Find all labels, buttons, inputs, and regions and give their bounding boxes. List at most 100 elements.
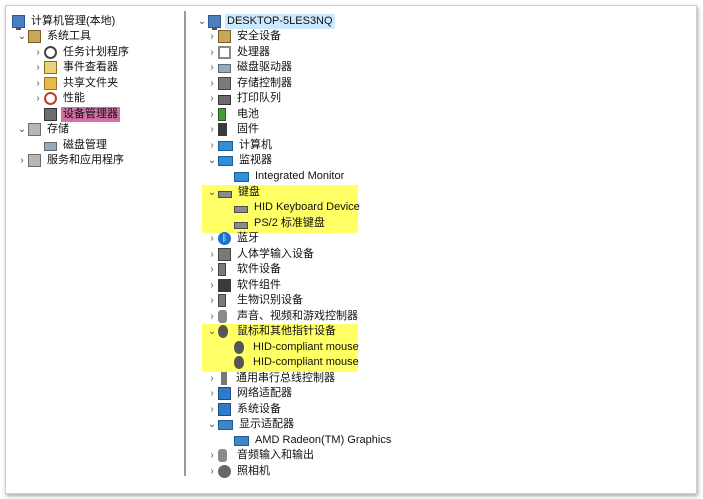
chevron-right-icon[interactable]: › — [206, 122, 218, 137]
keyboard-icon — [234, 222, 248, 229]
category-label: 蓝牙 — [237, 232, 259, 244]
category-software-components[interactable]: › 软件组件 — [206, 278, 283, 293]
chevron-right-icon[interactable]: › — [206, 386, 218, 401]
category-mice[interactable]: ⌄ 鼠标和其他指针设备 — [206, 324, 338, 339]
chevron-right-icon[interactable]: › — [16, 153, 28, 168]
disk-icon — [44, 142, 57, 151]
device-hid-mouse-2[interactable]: HID-compliant mouse — [234, 355, 361, 370]
category-firmware[interactable]: › 固件 — [206, 122, 261, 137]
device-label: PS/2 标准键盘 — [254, 217, 325, 229]
category-storage-controllers[interactable]: › 存储控制器 — [206, 76, 294, 91]
category-print-queues[interactable]: › 打印队列 — [206, 91, 283, 106]
monitor-icon — [234, 171, 249, 182]
chevron-right-icon[interactable]: › — [206, 138, 218, 153]
chevron-down-icon[interactable]: ⌄ — [196, 14, 208, 29]
chevron-right-icon[interactable]: › — [206, 293, 218, 308]
category-biometric[interactable]: › 生物识别设备 — [206, 293, 305, 308]
display-adapter-icon — [218, 419, 233, 430]
category-label: 安全设备 — [237, 30, 281, 42]
chevron-right-icon[interactable]: › — [206, 278, 218, 293]
category-batteries[interactable]: › 电池 — [206, 107, 261, 122]
chevron-right-icon[interactable]: › — [206, 309, 218, 324]
device-hid-keyboard[interactable]: HID Keyboard Device — [234, 200, 362, 215]
category-software-devices[interactable]: › 软件设备 — [206, 262, 283, 277]
printer-icon — [218, 94, 231, 105]
chevron-right-icon[interactable]: › — [32, 76, 44, 91]
category-audio-io[interactable]: › 音频输入和输出 — [206, 448, 316, 463]
chevron-right-icon[interactable]: › — [206, 76, 218, 91]
chevron-right-icon[interactable]: › — [206, 402, 218, 417]
category-display[interactable]: ⌄ 显示适配器 — [206, 417, 296, 432]
tree-item-shared-folders[interactable]: › 共享文件夹 — [32, 76, 120, 91]
device-label: HID Keyboard Device — [254, 201, 360, 213]
category-bluetooth[interactable]: › ᛒ 蓝牙 — [206, 231, 261, 246]
chevron-right-icon[interactable]: › — [206, 60, 218, 75]
chevron-down-icon[interactable]: ⌄ — [206, 153, 218, 168]
device-manager-icon — [44, 108, 57, 121]
tree-item-performance[interactable]: › 性能 — [32, 91, 87, 106]
chevron-right-icon[interactable]: › — [32, 91, 44, 106]
chevron-right-icon[interactable]: › — [206, 247, 218, 262]
chevron-right-icon[interactable]: › — [206, 107, 218, 122]
chevron-right-icon[interactable]: › — [206, 91, 218, 106]
category-disk-drives[interactable]: › 磁盘驱动器 — [206, 60, 294, 75]
category-monitors[interactable]: ⌄ 监视器 — [206, 153, 274, 168]
tree-item-task-scheduler[interactable]: › 任务计划程序 — [32, 45, 131, 60]
chevron-down-icon[interactable]: ⌄ — [16, 122, 28, 137]
category-label: 电池 — [237, 108, 259, 120]
chevron-right-icon[interactable]: › — [206, 448, 218, 463]
chevron-down-icon[interactable]: ⌄ — [16, 29, 28, 44]
chevron-right-icon[interactable]: › — [206, 45, 218, 60]
category-sound[interactable]: › 声音、视频和游戏控制器 — [206, 309, 360, 324]
device-label: HID-compliant mouse — [253, 356, 359, 368]
category-security-devices[interactable]: › 安全设备 — [206, 29, 283, 44]
category-cameras[interactable]: › 照相机 — [206, 464, 272, 479]
tree-item-disk-management[interactable]: 磁盘管理 — [32, 138, 109, 153]
chevron-right-icon[interactable]: › — [206, 464, 218, 479]
firmware-icon — [218, 123, 227, 136]
tree-item-system-tools[interactable]: ⌄ 系统工具 — [16, 29, 93, 44]
speaker-icon — [218, 310, 227, 323]
device-label: AMD Radeon(TM) Graphics — [255, 434, 392, 446]
chevron-down-icon[interactable]: ⌄ — [206, 417, 218, 432]
disk-drive-icon — [218, 64, 231, 73]
tree-item-root[interactable]: 计算机管理(本地) — [10, 14, 117, 30]
tree-item-device-manager[interactable]: 设备管理器 — [32, 107, 120, 122]
category-system-devices[interactable]: › 系统设备 — [206, 402, 283, 417]
bluetooth-icon: ᛒ — [218, 232, 231, 245]
chevron-down-icon[interactable]: ⌄ — [206, 185, 218, 200]
category-usb[interactable]: › 通用串行总线控制器 — [206, 371, 337, 386]
category-label: 照相机 — [237, 465, 270, 477]
chevron-right-icon[interactable]: › — [206, 29, 218, 44]
category-computer[interactable]: › 计算机 — [206, 138, 274, 153]
chevron-right-icon[interactable]: › — [32, 45, 44, 60]
tree-item-label: 计算机管理(本地) — [31, 15, 116, 27]
chevron-down-icon[interactable]: ⌄ — [206, 324, 218, 339]
keyboard-icon — [218, 191, 232, 198]
category-label: 声音、视频和游戏控制器 — [237, 310, 358, 322]
device-hid-mouse-1[interactable]: HID-compliant mouse — [234, 340, 361, 355]
device-integrated-monitor[interactable]: Integrated Monitor — [234, 169, 346, 184]
category-keyboards[interactable]: ⌄ 键盘 — [206, 185, 262, 200]
device-root[interactable]: ⌄ DESKTOP-5LES3NQ — [196, 14, 335, 30]
category-label: 打印队列 — [237, 92, 281, 104]
chevron-right-icon[interactable]: › — [206, 262, 218, 277]
category-processors[interactable]: › 处理器 — [206, 45, 272, 60]
navigation-tree: 计算机管理(本地) ⌄ 系统工具 › 任务计划程序 › 事件查看器 › 共享文件… — [6, 6, 178, 493]
pane-divider[interactable] — [184, 11, 186, 476]
device-gpu[interactable]: AMD Radeon(TM) Graphics — [234, 433, 393, 448]
chevron-right-icon[interactable]: › — [206, 371, 218, 386]
chevron-right-icon[interactable]: › — [32, 60, 44, 75]
chevron-right-icon[interactable]: › — [206, 231, 218, 246]
device-ps2-keyboard[interactable]: PS/2 标准键盘 — [234, 216, 327, 231]
category-hid[interactable]: › 人体学输入设备 — [206, 247, 316, 262]
performance-icon — [44, 92, 57, 105]
category-label: 显示适配器 — [239, 418, 294, 430]
category-label: 处理器 — [237, 46, 270, 58]
category-network[interactable]: › 网络适配器 — [206, 386, 294, 401]
tree-item-storage[interactable]: ⌄ 存储 — [16, 122, 71, 137]
tree-item-services-apps[interactable]: › 服务和应用程序 — [16, 153, 126, 168]
tree-item-event-viewer[interactable]: › 事件查看器 — [32, 60, 120, 75]
tree-item-label: 设备管理器 — [61, 107, 120, 122]
event-log-icon — [44, 61, 57, 74]
